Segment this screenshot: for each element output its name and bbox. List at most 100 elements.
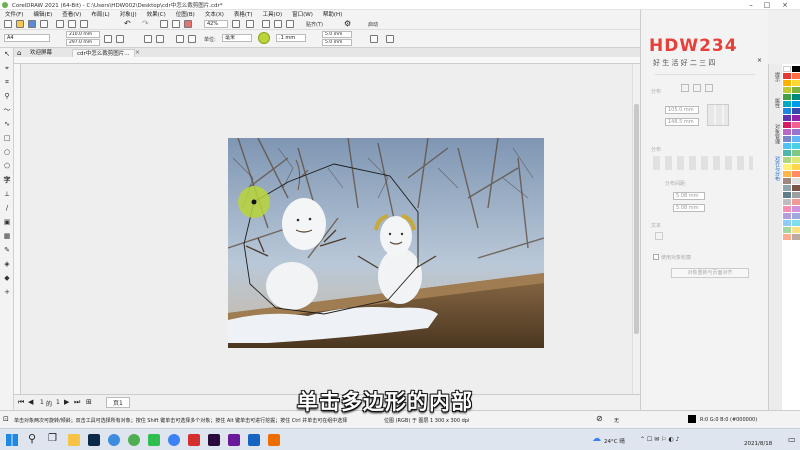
palette-swatch[interactable] [792, 234, 800, 240]
browser-icon[interactable] [108, 434, 120, 446]
maximize-button[interactable]: □ [760, 0, 774, 10]
zoom-tool-icon[interactable]: ⚲ [3, 92, 11, 100]
save-icon[interactable] [28, 20, 36, 28]
landscape-icon[interactable] [116, 35, 124, 43]
polygon-tool-icon[interactable]: ⬠ [3, 162, 11, 170]
palette-swatch[interactable] [792, 150, 800, 156]
distribute-v-field[interactable]: 5.08 mm [673, 204, 705, 212]
palette-swatch[interactable] [783, 171, 791, 177]
eyedropper-icon[interactable]: ✎ [3, 246, 11, 254]
undo-icon[interactable]: ↶ [124, 19, 131, 28]
palette-swatch[interactable] [783, 234, 791, 240]
palette-swatch[interactable] [792, 185, 800, 191]
palette-swatch[interactable] [783, 213, 791, 219]
palette-swatch[interactable] [792, 157, 800, 163]
palette-swatch[interactable] [783, 122, 791, 128]
new-file-icon[interactable] [4, 20, 12, 28]
menu-tools[interactable]: 工具(O) [258, 10, 288, 18]
palette-swatch[interactable] [783, 185, 791, 191]
palette-swatch[interactable] [792, 143, 800, 149]
rulers-icon[interactable] [262, 20, 270, 28]
app-icon-pr[interactable] [228, 434, 240, 446]
app-icon-orange[interactable] [268, 434, 280, 446]
palette-swatch[interactable] [792, 213, 800, 219]
align-x-field[interactable]: 105.0 mm [665, 106, 699, 114]
copy-icon[interactable] [68, 20, 76, 28]
docker-tab-properties[interactable]: 属性 [771, 98, 781, 108]
guidelines-icon[interactable] [286, 20, 294, 28]
print-icon[interactable] [40, 20, 48, 28]
drop-shadow-icon[interactable]: ▣ [3, 218, 11, 226]
interactive-fill-icon[interactable]: ◈ [3, 260, 11, 268]
menu-bitmaps[interactable]: 位图(B) [171, 10, 200, 18]
duplicate-x-field[interactable]: 5.0 mm [322, 31, 352, 38]
align-left-icon[interactable] [681, 84, 689, 92]
distribute-icons-row[interactable] [653, 156, 753, 170]
launch-dropdown[interactable]: 启动 [368, 21, 378, 28]
palette-swatch[interactable] [783, 192, 791, 198]
duplicate-page-icon[interactable] [176, 35, 184, 43]
close-button[interactable]: × [778, 0, 792, 10]
zoom-level-field[interactable]: 42% [204, 20, 228, 28]
clock-date[interactable]: 2021/8/18 [744, 441, 772, 447]
palette-swatch[interactable] [783, 94, 791, 100]
wechat-icon[interactable] [148, 434, 160, 446]
palette-swatch[interactable] [792, 164, 800, 170]
palette-swatch[interactable] [783, 199, 791, 205]
palette-swatch[interactable] [792, 171, 800, 177]
outline-checkbox[interactable] [653, 254, 659, 260]
page-width-field[interactable]: 210.0 mm [66, 31, 100, 38]
palette-swatch[interactable] [783, 206, 791, 212]
menu-text[interactable]: 文本(X) [200, 10, 229, 18]
open-file-icon[interactable] [16, 20, 24, 28]
menu-layout[interactable]: 布局(L) [86, 10, 114, 18]
ellipse-tool-icon[interactable]: ○ [3, 148, 11, 156]
fullscreen-icon[interactable] [246, 20, 254, 28]
paste-icon[interactable] [80, 20, 88, 28]
duplicate-y-field[interactable]: 5.0 mm [322, 39, 352, 46]
palette-swatch[interactable] [783, 66, 791, 72]
current-page-icon[interactable] [156, 35, 164, 43]
menu-edit[interactable]: 编辑(E) [28, 10, 57, 18]
palette-swatch[interactable] [783, 178, 791, 184]
freehand-tool-icon[interactable]: 〜 [3, 106, 11, 114]
add-page-icon[interactable]: ⊞ [86, 398, 92, 406]
units-select[interactable]: 毫米 [222, 34, 252, 42]
palette-swatch[interactable] [783, 157, 791, 163]
premiere-icon[interactable] [208, 434, 220, 446]
menu-object[interactable]: 对象(J) [115, 10, 142, 18]
palette-swatch[interactable] [783, 150, 791, 156]
search-icon[interactable]: ⚲ [28, 432, 36, 445]
palette-swatch[interactable] [783, 115, 791, 121]
docker-collapse-icon[interactable]: × [757, 57, 762, 64]
transparency-tool-icon[interactable]: ▦ [3, 232, 11, 240]
palette-swatch[interactable] [783, 129, 791, 135]
explorer-icon[interactable] [68, 434, 80, 446]
menu-help[interactable]: 帮助(H) [318, 10, 347, 18]
scroll-thumb[interactable] [634, 104, 639, 334]
palette-swatch[interactable] [792, 94, 800, 100]
palette-swatch[interactable] [783, 73, 791, 79]
horizontal-ruler[interactable] [14, 57, 640, 64]
cut-icon[interactable] [56, 20, 64, 28]
rectangle-tool-icon[interactable]: □ [3, 134, 11, 142]
palette-swatch[interactable] [792, 66, 800, 72]
qq-browser-icon[interactable] [168, 434, 180, 446]
align-right-icon[interactable] [705, 84, 713, 92]
menu-file[interactable]: 文件(F) [0, 10, 28, 18]
page-size-select[interactable]: A4 [4, 34, 50, 42]
palette-swatch[interactable] [792, 115, 800, 121]
options-gear-icon[interactable]: ⚙ [344, 19, 351, 28]
last-page-icon[interactable]: ⏭ [74, 398, 80, 407]
menu-table[interactable]: 表格(T) [229, 10, 258, 18]
redo-icon[interactable]: ↷ [142, 19, 149, 28]
palette-swatch[interactable] [792, 80, 800, 86]
menu-window[interactable]: 窗口(W) [287, 10, 318, 18]
palette-swatch[interactable] [783, 220, 791, 226]
vertical-ruler[interactable] [14, 64, 21, 394]
bleed-icon[interactable] [188, 35, 196, 43]
palette-swatch[interactable] [792, 199, 800, 205]
palette-swatch[interactable] [783, 80, 791, 86]
palette-swatch[interactable] [783, 164, 791, 170]
smart-fill-icon[interactable]: ◆ [3, 274, 11, 282]
